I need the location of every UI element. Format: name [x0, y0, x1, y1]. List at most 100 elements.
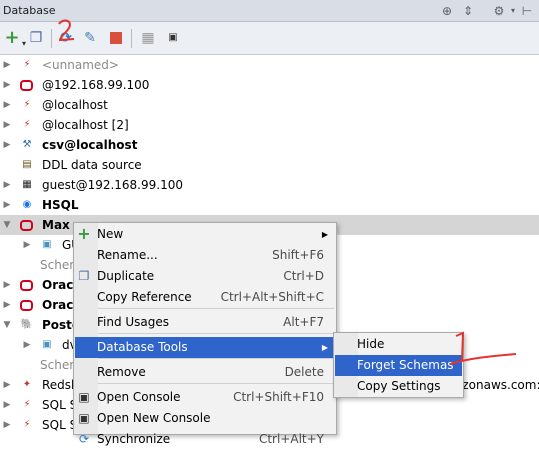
tree-node[interactable]: ▶ ⚡ @localhost: [0, 95, 539, 115]
menu-item-shortcut: Delete: [284, 365, 324, 379]
menu-item-label: Open New Console: [97, 411, 211, 425]
menu-item-shortcut: Alt+F7: [283, 315, 324, 329]
menu-item-open-new-console[interactable]: ▣ Open New Console: [75, 408, 335, 429]
expand-arrow-icon[interactable]: ▶: [2, 75, 12, 95]
tree-node[interactable]: ▶ ▦ guest@192.168.99.100: [0, 175, 539, 195]
duplicate-icon: ❐: [78, 269, 90, 283]
submenu-item-hide[interactable]: Hide: [335, 334, 462, 355]
submenu-arrow-icon: ▶: [321, 343, 328, 352]
stop-icon[interactable]: [108, 30, 124, 46]
tree-node-label: guest@192.168.99.100: [42, 178, 183, 192]
annotation-two: [58, 19, 75, 42]
annotation-one: [449, 331, 517, 365]
oracle-icon: [20, 220, 33, 231]
console-icon[interactable]: ▣: [165, 30, 181, 46]
expand-arrow-icon[interactable]: ▶: [2, 275, 12, 295]
db2-icon: ▦: [22, 179, 32, 190]
gear-dropdown-icon[interactable]: ▾: [506, 4, 520, 18]
tree-node[interactable]: ▶ ⚒ csv@localhost: [0, 135, 539, 155]
expand-arrow-icon[interactable]: ▶: [22, 335, 32, 355]
expand-arrow-icon[interactable]: ▶: [2, 95, 12, 115]
menu-item-new[interactable]: + New ▶: [75, 224, 335, 245]
expand-arrow-icon[interactable]: ▶: [2, 415, 12, 435]
menu-item-label: Open Console: [97, 390, 181, 404]
expand-arrow-icon[interactable]: ▶: [2, 175, 12, 195]
submenu-item-label: Copy Settings: [357, 379, 441, 393]
menu-item-label: Rename...: [97, 248, 158, 262]
pin-icon[interactable]: ⊢: [520, 4, 534, 18]
menu-item-rename[interactable]: Rename... Shift+F6: [75, 245, 335, 266]
submenu-item-label: Forget Schemas: [357, 358, 454, 372]
menu-item-label: New: [97, 227, 124, 241]
menu-item-synchronize[interactable]: ⟳ Synchronize Ctrl+Alt+Y: [75, 429, 335, 450]
table-icon[interactable]: ▦: [140, 30, 156, 46]
ddl-icon: ▤: [22, 159, 32, 170]
oracle-icon: [20, 300, 33, 311]
submenu-item-label: Hide: [357, 337, 385, 351]
expand-arrow-icon[interactable]: ▶: [2, 55, 12, 75]
oracle-icon: [20, 80, 33, 91]
menu-item-find-usages[interactable]: Find Usages Alt+F7: [75, 312, 335, 333]
tree-node[interactable]: ▶ ⚡ <unnamed>: [0, 55, 539, 75]
target-icon[interactable]: ⊕: [440, 4, 454, 18]
mysql-icon: ⚡: [23, 119, 31, 130]
tree-node[interactable]: ▶ ◉ HSQL: [0, 195, 539, 215]
collapse-arrow-icon[interactable]: ▼: [2, 315, 12, 335]
tree-node[interactable]: ▶ ⚡ @localhost [2]: [0, 115, 539, 135]
menu-item-shortcut: Ctrl+Shift+F10: [233, 390, 324, 404]
menu-separator: [98, 358, 334, 359]
menu-item-open-console[interactable]: ▣ Open Console Ctrl+Shift+F10: [75, 387, 335, 408]
tree-node-label: @localhost: [42, 98, 108, 112]
expand-arrow-icon[interactable]: ▶: [2, 115, 12, 135]
expand-arrow-icon[interactable]: ▶: [22, 235, 32, 255]
hsql-icon: ◉: [22, 199, 32, 210]
tree-node-label: DDL data source: [42, 158, 142, 172]
context-menu: + New ▶ Rename... Shift+F6 ❐ Duplicate Ctrl+D Co…: [73, 222, 337, 446]
mysql-icon: ⚡: [23, 99, 31, 110]
tree-node[interactable]: ▶ @192.168.99.100: [0, 75, 539, 95]
menu-item-label: Remove: [97, 365, 146, 379]
menu-item-label: Database Tools: [97, 340, 188, 354]
tree-node-label: SQL S: [42, 398, 78, 412]
tree-node-label: csv@localhost: [42, 138, 138, 152]
plus-icon: +: [77, 224, 91, 243]
menu-item-duplicate[interactable]: ❐ Duplicate Ctrl+D: [75, 266, 335, 287]
menu-item-label: Copy Reference: [97, 290, 192, 304]
tree-node-label: SQL S: [42, 418, 78, 432]
menu-item-remove[interactable]: Remove Delete: [75, 362, 335, 383]
submenu-item-copy-settings[interactable]: Copy Settings: [335, 376, 462, 397]
submenu-arrow-icon: ▶: [321, 230, 328, 239]
tree-node-label: @192.168.99.100: [42, 78, 150, 92]
menu-item-shortcut: Shift+F6: [272, 248, 324, 262]
submenu-item-forget-schemas[interactable]: Forget Schemas: [335, 355, 462, 376]
expand-arrow-icon[interactable]: ▶: [2, 195, 12, 215]
console-icon: ▣: [78, 411, 90, 425]
menu-item-copy-reference[interactable]: Copy Reference Ctrl+Alt+Shift+C: [75, 287, 335, 308]
menu-item-database-tools[interactable]: Database Tools ▶: [75, 337, 335, 358]
postgres-icon: 🐘: [20, 319, 34, 330]
copy-icon[interactable]: ❐: [28, 30, 44, 46]
expand-arrow-icon[interactable]: ▶: [2, 135, 12, 155]
edit-properties-icon[interactable]: ✎: [82, 30, 98, 46]
menu-item-label: Find Usages: [97, 315, 170, 329]
expand-arrow-icon[interactable]: ▶: [2, 295, 12, 315]
sqlserver-icon: ⚡: [23, 399, 31, 410]
menu-item-shortcut: Ctrl+Alt+Y: [258, 432, 324, 446]
database-tools-submenu: Hide Forget Schemas Copy Settings: [333, 332, 464, 398]
menu-separator: [98, 383, 334, 384]
gear-icon[interactable]: ⚙: [492, 4, 506, 18]
menu-item-label: Duplicate: [97, 269, 155, 283]
schema-icon: ▣: [42, 339, 52, 350]
panel-title: Database: [3, 4, 56, 17]
console-icon: ▣: [78, 390, 90, 404]
menu-item-shortcut: Ctrl+Alt+Shift+C: [220, 290, 324, 304]
split-icon[interactable]: ⇕: [461, 4, 475, 18]
sync-icon: ⟳: [78, 432, 90, 446]
toolbar-separator: [51, 29, 52, 48]
tree-node[interactable]: ▤ DDL data source: [0, 155, 539, 175]
menu-item-label: Synchronize: [97, 432, 171, 446]
menu-separator: [98, 308, 334, 309]
collapse-arrow-icon[interactable]: ▼: [2, 215, 12, 235]
expand-arrow-icon[interactable]: ▶: [2, 395, 12, 415]
tree-node-label: HSQL: [42, 198, 79, 212]
